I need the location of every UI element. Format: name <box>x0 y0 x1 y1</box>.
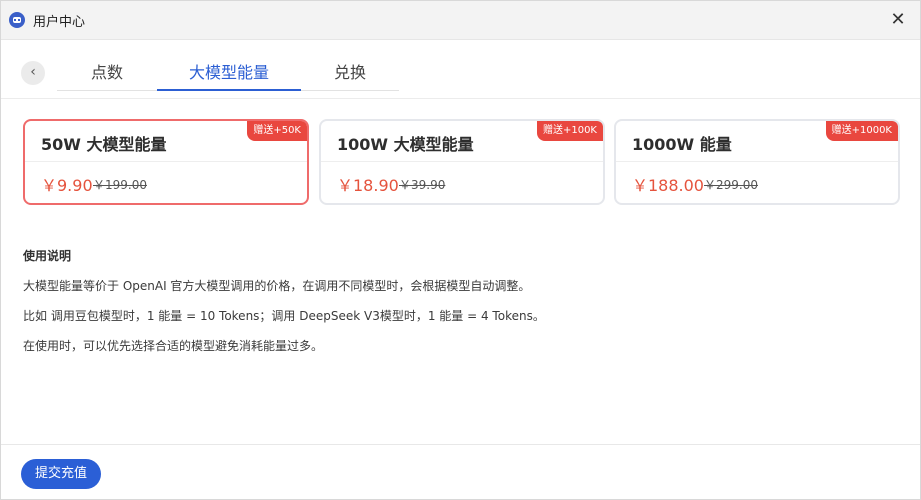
footer-bar: 提交充值 <box>1 444 920 500</box>
instruction-line: 比如 调用豆包模型时，1 能量 = 10 Tokens；调用 DeepSeek … <box>23 309 545 323</box>
package-card-1000w[interactable]: 1000W 能量 赠送+1000K ￥188.00 ￥299.00 <box>614 119 900 205</box>
package-original-price: ￥299.00 <box>704 178 758 192</box>
bonus-badge: 赠送+50K <box>247 121 307 141</box>
package-title: 100W 大模型能量 <box>337 135 474 154</box>
package-original-price: ￥39.90 <box>399 178 446 192</box>
package-price: ￥188.00 <box>632 176 704 195</box>
window-title: 用户中心 <box>33 15 86 30</box>
card-divider <box>616 161 898 162</box>
card-divider <box>25 161 307 162</box>
instruction-line: 大模型能量等价于 OpenAI 官方大模型调用的价格，在调用不同模型时，会根据模… <box>23 279 531 293</box>
bonus-badge: 赠送+1000K <box>825 121 898 141</box>
instructions-title: 使用说明 <box>23 249 72 263</box>
tab-bar: ‹ 点数 大模型能量 兑换 <box>1 41 920 99</box>
package-card-50w[interactable]: 50W 大模型能量 赠送+50K ￥9.90 ￥199.00 <box>23 119 309 205</box>
bonus-badge: 赠送+100K <box>536 121 603 141</box>
package-price: ￥9.90 <box>41 176 93 195</box>
tab-points[interactable]: 点数 <box>57 61 157 91</box>
title-bar: 用户中心 ✕ <box>1 1 920 40</box>
chevron-left-icon[interactable]: ‹ <box>21 61 45 85</box>
close-icon[interactable]: ✕ <box>888 10 908 30</box>
user-center-window: 用户中心 ✕ ‹ 点数 大模型能量 兑换 50W 大模型能量 赠送+50K ￥9… <box>0 0 921 500</box>
package-title: 50W 大模型能量 <box>41 135 167 154</box>
tab-model-energy[interactable]: 大模型能量 <box>157 61 301 91</box>
package-card-100w[interactable]: 100W 大模型能量 赠送+100K ￥18.90 ￥39.90 <box>319 119 605 205</box>
app-logo-icon <box>9 12 25 28</box>
submit-recharge-button[interactable]: 提交充值 <box>21 459 101 489</box>
active-tab-indicator <box>157 89 301 91</box>
package-title: 1000W 能量 <box>632 135 732 154</box>
instruction-line: 在使用时，可以优先选择合适的模型避免消耗能量过多。 <box>23 339 324 353</box>
usage-instructions: 使用说明 大模型能量等价于 OpenAI 官方大模型调用的价格，在调用不同模型时… <box>23 247 545 353</box>
tab-redeem[interactable]: 兑换 <box>301 61 399 91</box>
package-price: ￥18.90 <box>337 176 399 195</box>
card-divider <box>321 161 603 162</box>
package-original-price: ￥199.00 <box>93 178 147 192</box>
